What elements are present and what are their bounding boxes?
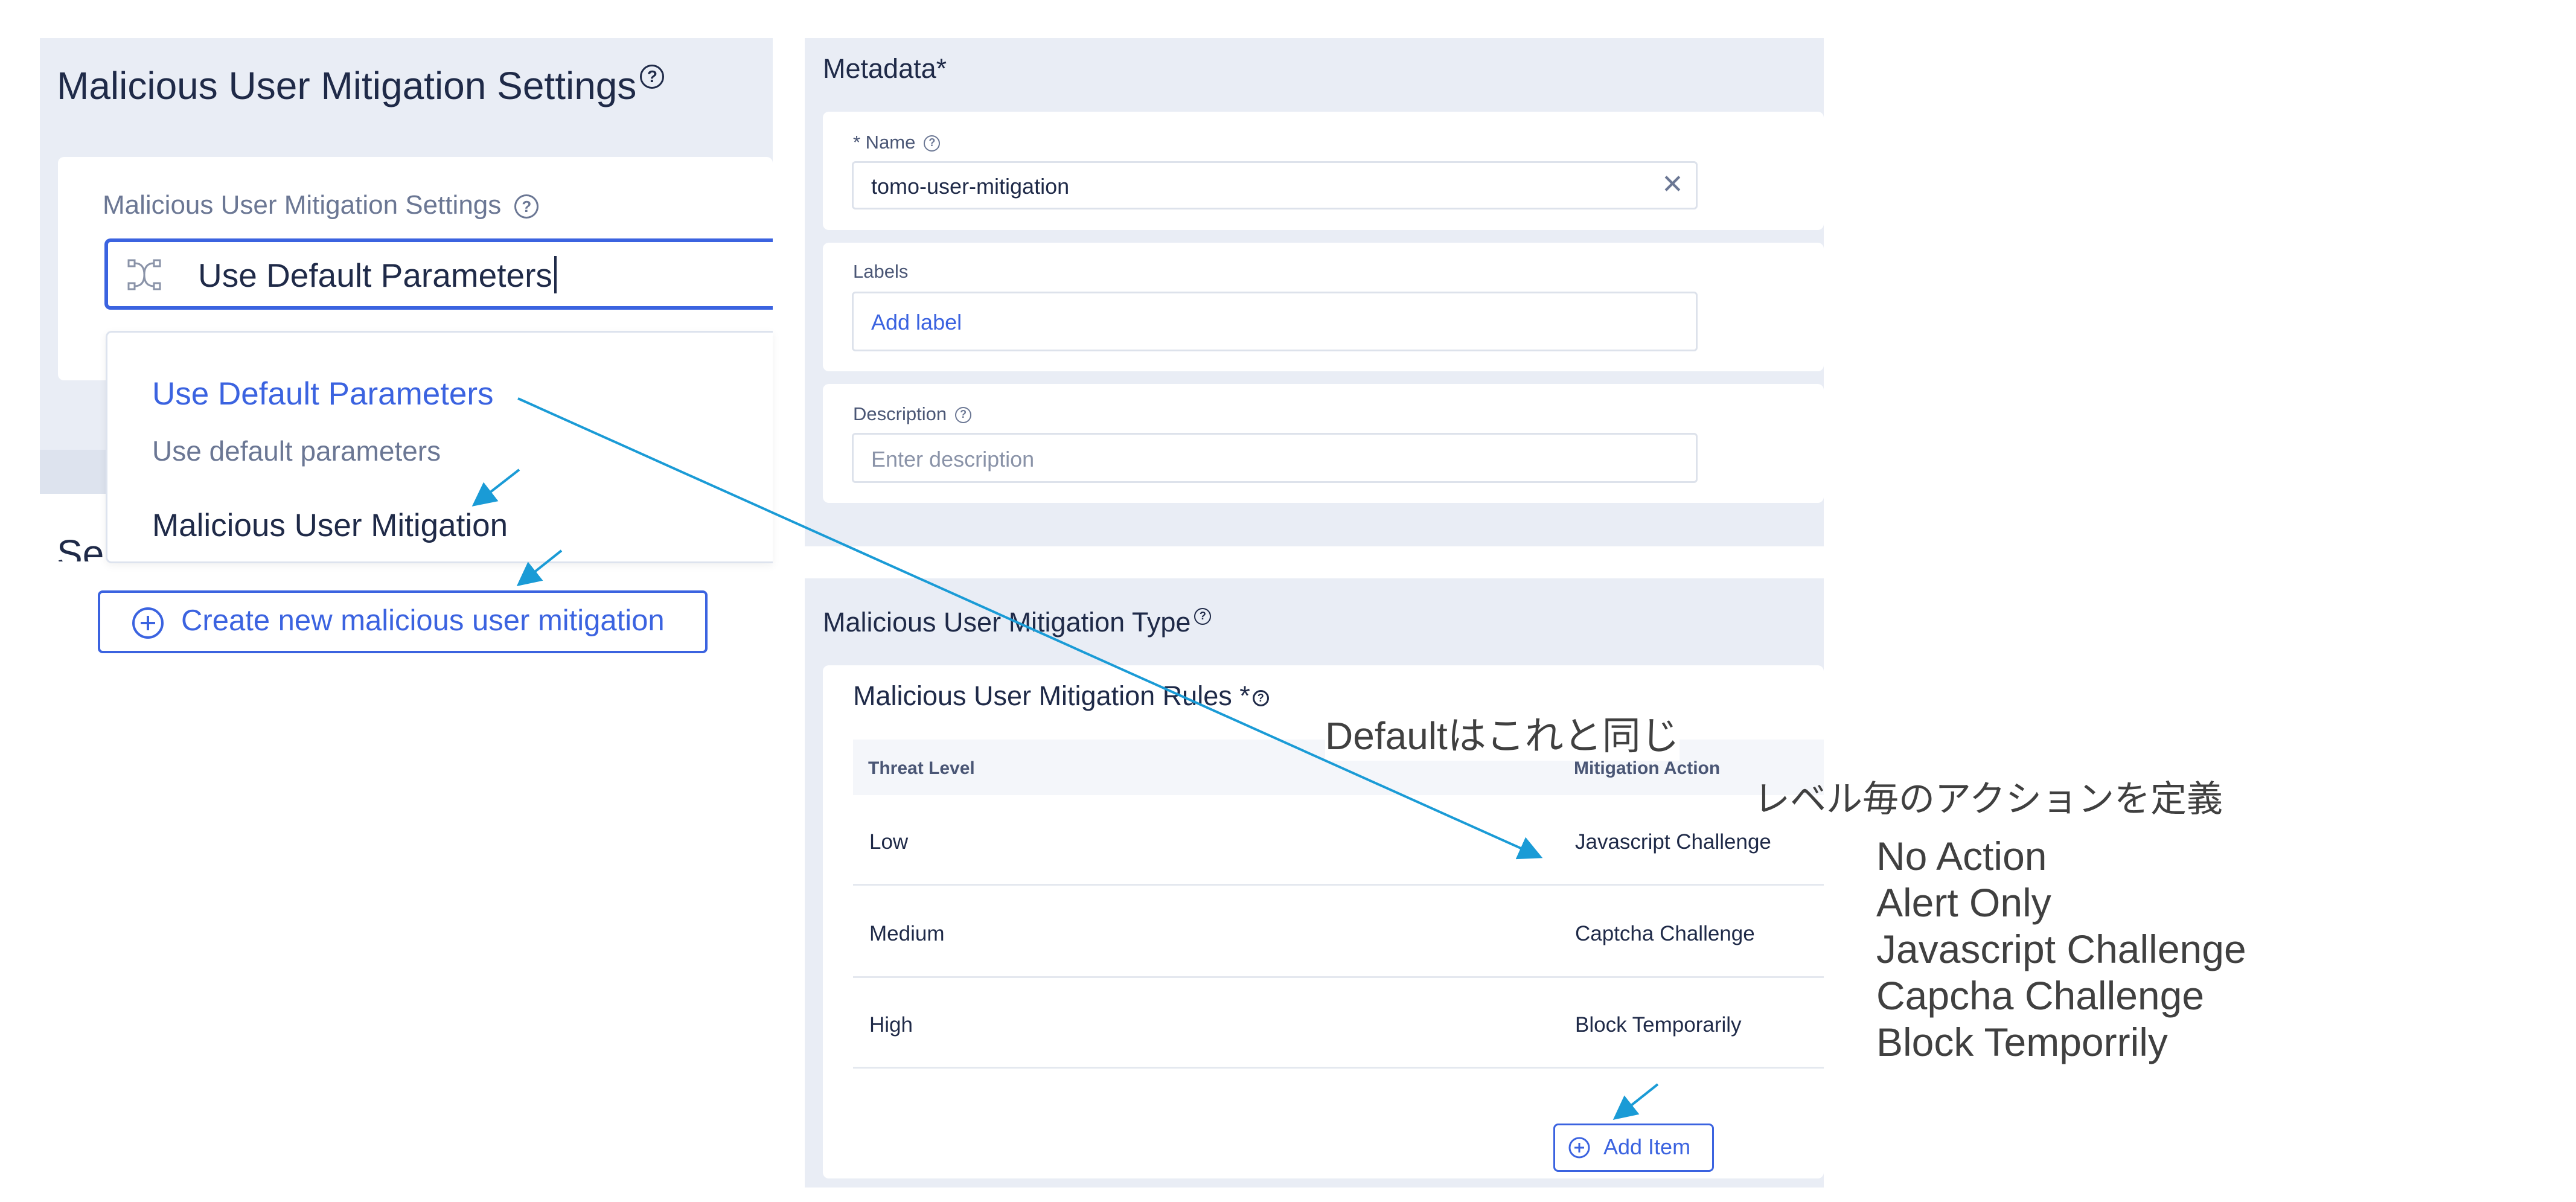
threat-level-cell: Low [869,830,909,854]
workflow-icon [127,259,161,290]
mitigation-type-title: Malicious User Mitigation Type? [823,607,1212,638]
annotation-action-list: No Action Alert Only Javascript Challeng… [1876,833,2246,1066]
create-mitigation-label[interactable]: Create new malicious user mitigation [181,604,665,638]
text-cursor [554,256,557,293]
mitigation-action-cell: Javascript Challenge [1575,830,1771,854]
annotation-level-note: レベル毎のアクションを定義 [1754,779,2223,819]
name-value[interactable]: tomo-user-mitigation [871,174,1069,199]
help-icon[interactable]: ? [1194,608,1212,625]
option-use-default-parameters[interactable]: Use Default Parameters [152,376,494,412]
column-threat-level: Threat Level [868,758,975,778]
annotation-default-note: Defaultはこれと同じ [1325,705,1680,761]
next-section-title: Se [57,532,104,561]
mitigation-action-cell: Block Temporarily [1575,1013,1742,1037]
help-icon[interactable]: ? [924,135,941,152]
add-item-label[interactable]: Add Item [1603,1134,1690,1160]
plus-circle-icon [132,607,164,639]
help-icon[interactable]: ? [955,407,972,424]
action-option: Javascript Challenge [1876,927,2246,971]
option-description: Use default parameters [152,435,441,467]
panel-title: Malicious User Mitigation Settings? [57,63,665,108]
option-malicious-user-mitigation[interactable]: Malicious User Mitigation [152,507,508,544]
labels-input[interactable] [852,292,1698,351]
labels-label: Labels [853,261,909,282]
section-gap [805,546,1824,578]
selected-value[interactable]: Use Default Parameters [198,256,552,295]
action-option: Block Temporrily [1876,1020,2168,1064]
help-icon[interactable]: ? [514,194,539,219]
mitigation-action-cell: Captcha Challenge [1575,922,1755,945]
help-icon[interactable]: ? [1252,689,1269,706]
rules-title: Malicious User Mitigation Rules *? [853,680,1269,712]
threat-level-cell: High [869,1013,913,1037]
action-option: Alert Only [1876,880,2051,925]
metadata-title: Metadata* [823,53,947,84]
description-label: Description? [853,403,972,425]
plus-circle-icon [1568,1137,1590,1159]
close-icon[interactable]: ✕ [1661,169,1684,200]
description-placeholder[interactable]: Enter description [871,447,1034,472]
threat-level-cell: Medium [869,922,945,945]
column-mitigation-action: Mitigation Action [1574,758,1721,778]
add-label-link[interactable]: Add label [871,310,962,335]
action-option: Capcha Challenge [1876,973,2205,1018]
action-option: No Action [1876,834,2047,878]
field-label: Malicious User Mitigation Settings? [103,190,539,220]
name-label: * Name? [853,132,941,153]
help-icon[interactable]: ? [640,65,665,89]
